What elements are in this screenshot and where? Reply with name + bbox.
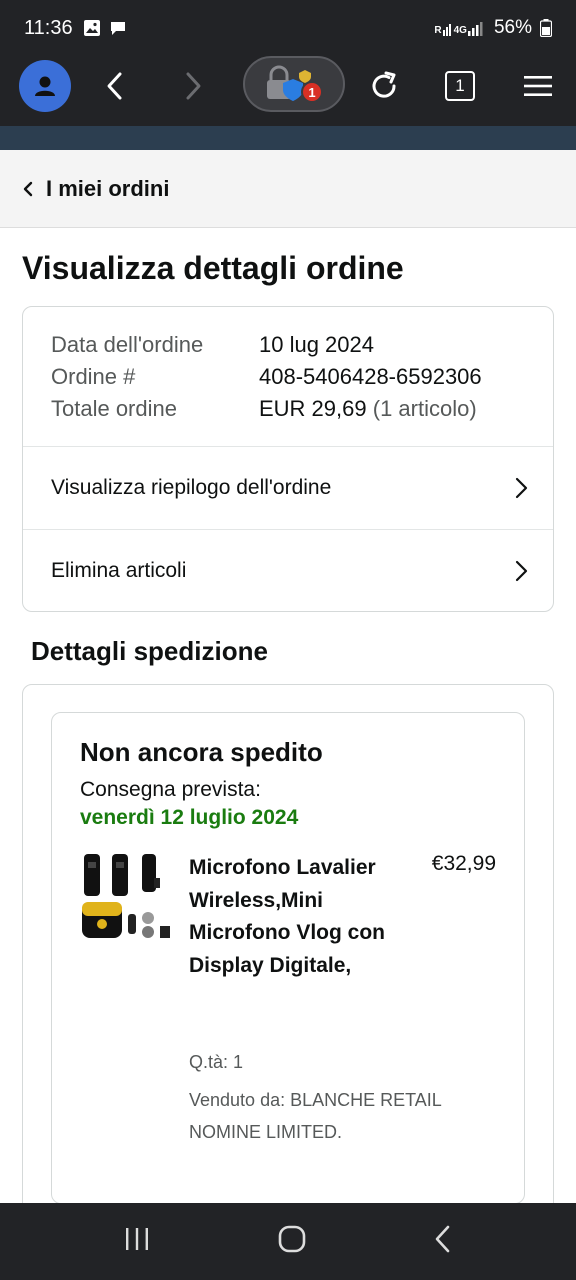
recent-apps-icon [126, 1228, 148, 1250]
lock-shield-icon: 1 [267, 65, 323, 103]
menu-button[interactable] [515, 63, 561, 109]
product-title[interactable]: Microfono Lavalier Wireless,Mini Microfo… [189, 852, 389, 982]
recent-apps-button[interactable] [123, 1226, 151, 1257]
site-header-band [0, 126, 576, 150]
order-total-label: Totale ordine [51, 396, 177, 421]
product-image[interactable] [80, 852, 172, 944]
chevron-left-icon [23, 181, 33, 196]
battery-icon [540, 19, 552, 37]
shipment-box: Non ancora spedito Consegna prevista: ve… [51, 712, 525, 1204]
status-time: 11:36 [24, 16, 73, 39]
order-total-amount: EUR 29,69 [259, 396, 367, 421]
page-title: Visualizza dettagli ordine [22, 250, 404, 286]
order-total-row: Totale ordine EUR 29,69 (1 articolo) [51, 393, 525, 425]
delete-items-label: Elimina articoli [51, 558, 187, 582]
gallery-icon [83, 20, 100, 36]
battery-percent: 56% [493, 17, 532, 38]
order-number-row: Ordine # 408-5406428-6592306 [51, 361, 525, 393]
chevron-right-icon [515, 477, 528, 499]
order-date-label: Data dell'ordine [51, 332, 204, 357]
system-navigation-bar [0, 1203, 576, 1280]
notification-icons [83, 19, 127, 37]
order-summary-link[interactable]: Visualizza riepilogo dell'ordine [23, 447, 553, 529]
chevron-right-icon [186, 72, 201, 100]
status-right: R 4G 56% [434, 17, 552, 39]
reload-button[interactable] [361, 63, 407, 109]
user-icon [35, 76, 55, 96]
shipment-status: Non ancora spedito [80, 737, 323, 767]
chevron-right-icon [515, 560, 528, 581]
product-price: €32,99 [431, 852, 496, 875]
order-info-grid: Data dell'ordine 10 lug 2024 Ordine # 40… [23, 307, 553, 447]
order-item: Microfono Lavalier Wireless,Mini Microfo… [80, 852, 496, 1152]
breadcrumb[interactable]: I miei ordini [0, 150, 576, 228]
network-4g-label: 4G [453, 25, 467, 36]
browser-toolbar: 1 1 [0, 56, 576, 126]
home-button[interactable] [277, 1224, 307, 1259]
chat-icon [110, 22, 125, 35]
order-summary-label: Visualizza riepilogo dell'ordine [51, 476, 332, 499]
order-date-row: Data dell'ordine 10 lug 2024 [51, 329, 525, 361]
chevron-left-icon [107, 72, 122, 100]
hamburger-menu-icon [524, 76, 552, 96]
shipping-card: Non ancora spedito Consegna prevista: ve… [22, 684, 554, 1224]
order-date-value: 10 lug 2024 [259, 332, 374, 357]
badge-count: 1 [308, 85, 315, 100]
back-button[interactable] [92, 63, 138, 109]
order-total-items: (1 articolo) [372, 396, 477, 421]
order-number-value: 408-5406428-6592306 [259, 364, 482, 389]
tabs-button[interactable]: 1 [437, 63, 483, 109]
order-info-card: Data dell'ordine 10 lug 2024 Ordine # 40… [22, 306, 554, 612]
product-quantity: Q.tà: 1 [189, 1052, 244, 1072]
reload-icon [372, 71, 396, 98]
order-number-label: Ordine # [51, 364, 136, 389]
delivery-date: venerdì 12 luglio 2024 [80, 806, 299, 829]
system-back-button[interactable] [433, 1224, 453, 1259]
delete-items-link[interactable]: Elimina articoli [23, 529, 553, 611]
signal-icon: R 4G [434, 20, 486, 36]
delivery-label: Consegna prevista: [80, 778, 261, 801]
forward-button[interactable] [170, 63, 216, 109]
shipping-section-title: Dettagli spedizione [31, 636, 268, 666]
tab-count: 1 [445, 71, 475, 101]
network-r-label: R [434, 25, 442, 36]
privacy-shield-button[interactable]: 1 [243, 56, 345, 112]
profile-avatar[interactable] [19, 60, 71, 112]
product-seller: Venduto da: BLANCHE RETAIL NOMINE LIMITE… [189, 1090, 442, 1142]
breadcrumb-label[interactable]: I miei ordini [46, 176, 169, 202]
order-total-value: EUR 29,69 (1 articolo) [259, 393, 477, 425]
home-icon [278, 1225, 306, 1253]
back-arrow-icon [435, 1225, 450, 1253]
status-bar: 11:36 R 4G 56% [0, 0, 576, 56]
